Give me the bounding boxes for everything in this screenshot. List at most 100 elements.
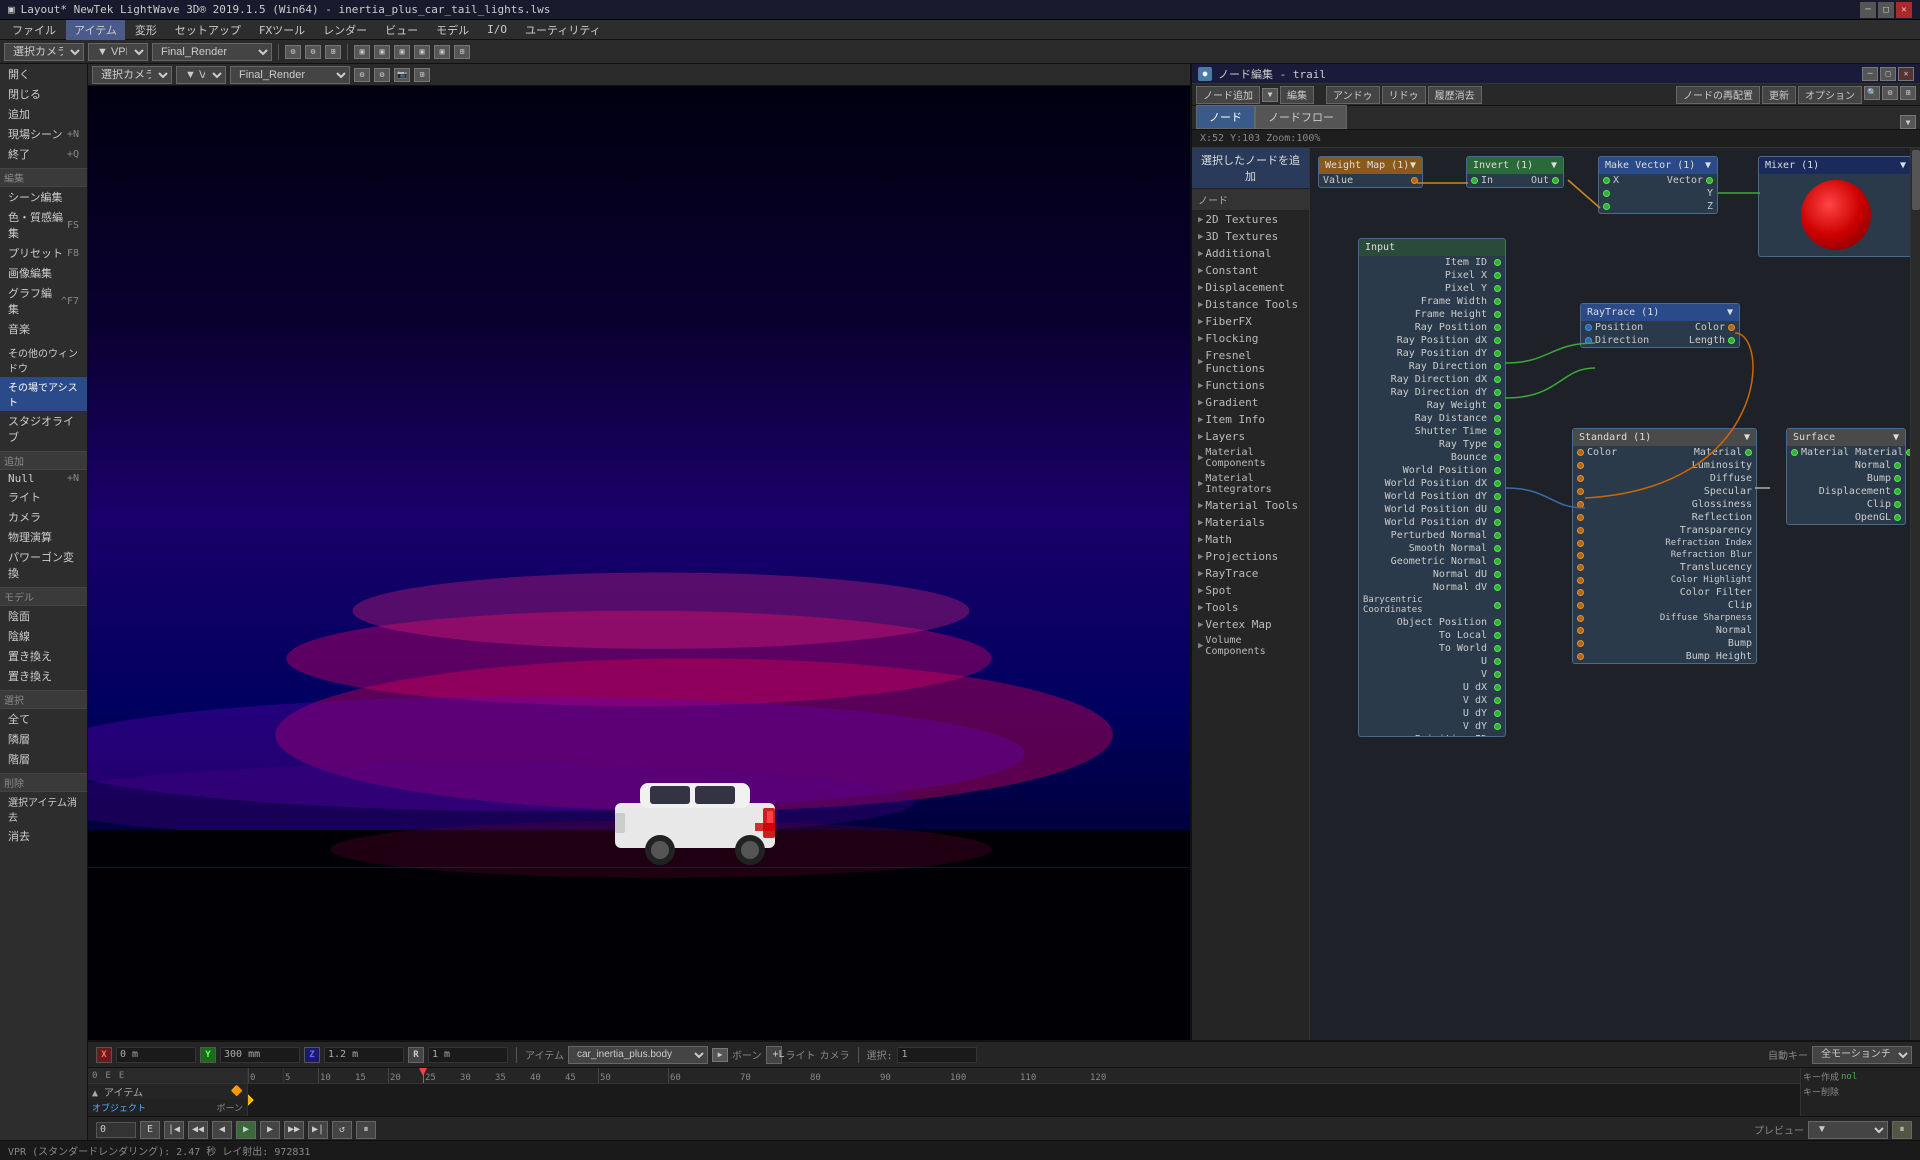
frame-input[interactable]: 0 bbox=[96, 1122, 136, 1138]
menu-io[interactable]: I/O bbox=[479, 21, 515, 38]
menu-render[interactable]: レンダー bbox=[315, 20, 375, 40]
tab-node-flow[interactable]: ノードフロー bbox=[1255, 105, 1347, 129]
sidebar-item-close[interactable]: 閉じる bbox=[0, 84, 87, 104]
add-node-button[interactable]: 選択したノードを追加 bbox=[1192, 148, 1309, 189]
r-axis-btn[interactable]: R bbox=[408, 1047, 424, 1063]
settings-icon2[interactable]: ⚙ bbox=[305, 45, 321, 59]
node-add-dropdown[interactable]: ▼ bbox=[1262, 88, 1278, 102]
view-btn3[interactable]: ▣ bbox=[394, 45, 410, 59]
sidebar-item-color-edit[interactable]: 色・質感編集FS bbox=[0, 207, 87, 243]
view-btn2[interactable]: ▣ bbox=[374, 45, 390, 59]
settings-icon[interactable]: ⚙ bbox=[285, 45, 301, 59]
node-edit-menu[interactable]: 編集 bbox=[1280, 86, 1314, 104]
z-axis-btn[interactable]: Z bbox=[304, 1047, 320, 1063]
menu-view[interactable]: ビュー bbox=[377, 20, 426, 40]
menu-fxtool[interactable]: FXツール bbox=[251, 20, 313, 40]
viewport-settings-icon2[interactable]: ⚙ bbox=[374, 68, 390, 82]
render-select[interactable]: Final_Render bbox=[152, 43, 272, 61]
viewport-render-select[interactable]: Final_Render bbox=[230, 66, 350, 84]
autokey-mode[interactable]: 全モーションチャン bbox=[1812, 1046, 1912, 1064]
node-expand-icon[interactable]: ⊞ bbox=[1900, 86, 1916, 100]
make-vector-node[interactable]: Make Vector (1) ▼ X Vector bbox=[1598, 156, 1718, 214]
tree-item-2d-textures[interactable]: ▶2D Textures bbox=[1192, 211, 1309, 228]
node-settings-icon[interactable]: ⚙ bbox=[1882, 86, 1898, 100]
view-btn5[interactable]: ▣ bbox=[434, 45, 450, 59]
tree-item-spot[interactable]: ▶Spot bbox=[1192, 582, 1309, 599]
camera-select[interactable]: 選択カメラ bbox=[4, 43, 84, 61]
tree-item-material-integrators[interactable]: ▶Material Integrators bbox=[1192, 471, 1309, 497]
view-btn6[interactable]: ⊞ bbox=[454, 45, 470, 59]
sidebar-item-replace2[interactable]: 置き換え bbox=[0, 666, 87, 686]
main-viewport[interactable] bbox=[88, 86, 1190, 1040]
y-axis-btn[interactable]: Y bbox=[200, 1047, 216, 1063]
tree-item-vertex-map[interactable]: ▶Vertex Map bbox=[1192, 616, 1309, 633]
node-editor-close[interactable]: ✕ bbox=[1898, 67, 1914, 81]
preview-select[interactable]: ▼ bbox=[1808, 1121, 1888, 1139]
view-btn1[interactable]: ▣ bbox=[354, 45, 370, 59]
sidebar-item-powergon[interactable]: パワーゴン変換 bbox=[0, 547, 87, 583]
sidebar-item-preset[interactable]: プリセットF8 bbox=[0, 243, 87, 263]
next-key-btn[interactable]: ▶▶ bbox=[284, 1121, 304, 1139]
sidebar-item-graph[interactable]: グラフ編集^F7 bbox=[0, 283, 87, 319]
grid-icon[interactable]: ⊞ bbox=[325, 45, 341, 59]
prev-frame-btn[interactable]: ◀ bbox=[212, 1121, 232, 1139]
sidebar-item-null[interactable]: Null+N bbox=[0, 470, 87, 487]
tree-item-raytrace[interactable]: ▶RayTrace bbox=[1192, 565, 1309, 582]
tree-item-3d-textures[interactable]: ▶3D Textures bbox=[1192, 228, 1309, 245]
tree-item-fiberfx[interactable]: ▶FiberFX bbox=[1192, 313, 1309, 330]
tree-item-layers[interactable]: ▶Layers bbox=[1192, 428, 1309, 445]
sidebar-item-quit[interactable]: 終了+Q bbox=[0, 144, 87, 164]
close-btn[interactable]: ✕ bbox=[1896, 2, 1912, 18]
tree-item-flocking[interactable]: ▶Flocking bbox=[1192, 330, 1309, 347]
viewport-expand-icon[interactable]: ⊞ bbox=[414, 68, 430, 82]
surface-node[interactable]: Surface ▼ Material Material bbox=[1786, 428, 1906, 525]
play-btn[interactable]: ▶ bbox=[236, 1121, 256, 1139]
tree-item-projections[interactable]: ▶Projections bbox=[1192, 548, 1309, 565]
sidebar-item-select-all[interactable]: 全て bbox=[0, 709, 87, 729]
menu-utility[interactable]: ユーティリティ bbox=[517, 20, 609, 40]
viewport-settings-icon[interactable]: ⚙ bbox=[354, 68, 370, 82]
sidebar-item-other-windows[interactable]: その他のウィンドウ bbox=[0, 343, 87, 377]
sidebar-item-silhouette[interactable]: 陰線 bbox=[0, 626, 87, 646]
standard-node[interactable]: Standard (1) ▼ Color Material bbox=[1572, 428, 1757, 664]
invert-node[interactable]: Invert (1) ▼ In Out bbox=[1466, 156, 1564, 188]
node-editor-max[interactable]: □ bbox=[1880, 67, 1896, 81]
search-icon[interactable]: 🔍 bbox=[1864, 86, 1880, 100]
sidebar-item-shadow[interactable]: 陰面 bbox=[0, 606, 87, 626]
sidebar-item-light[interactable]: ライト bbox=[0, 487, 87, 507]
raytrace-node[interactable]: RayTrace (1) ▼ Position Color bbox=[1580, 303, 1740, 348]
node-undo[interactable]: アンドゥ bbox=[1326, 86, 1380, 104]
canvas-scrollbar-v[interactable] bbox=[1910, 148, 1920, 1040]
viewport-camera-select[interactable]: 選択カメラ bbox=[92, 66, 172, 84]
menu-setup[interactable]: セットアップ bbox=[167, 20, 249, 40]
node-options[interactable]: オプション bbox=[1798, 86, 1862, 104]
keyframe-0[interactable] bbox=[248, 1094, 254, 1105]
menu-item[interactable]: アイテム bbox=[66, 20, 125, 40]
sidebar-item-img-edit[interactable]: 画像編集 bbox=[0, 263, 87, 283]
tree-item-math[interactable]: ▶Math bbox=[1192, 531, 1309, 548]
loop-btn[interactable]: ↺ bbox=[332, 1121, 352, 1139]
next-frame-btn[interactable]: ▶ bbox=[260, 1121, 280, 1139]
x-axis-btn[interactable]: X bbox=[96, 1047, 112, 1063]
vpr-select[interactable]: ▼ VPR bbox=[88, 43, 148, 61]
sidebar-item-studio-live[interactable]: スタジオライブ bbox=[0, 411, 87, 447]
viewport-vpr-select[interactable]: ▼ VPR bbox=[176, 66, 226, 84]
go-end-btn[interactable]: ▶| bbox=[308, 1121, 328, 1139]
sidebar-item-audio[interactable]: 音楽 bbox=[0, 319, 87, 339]
node-update[interactable]: 更新 bbox=[1762, 86, 1796, 104]
item-expand[interactable]: ▶ bbox=[712, 1048, 728, 1062]
timeline-tracks[interactable]: 0 5 10 15 20 25 30 3 bbox=[248, 1068, 1800, 1116]
node-editor-min[interactable]: ─ bbox=[1862, 67, 1878, 81]
tree-item-item-info[interactable]: ▶Item Info bbox=[1192, 411, 1309, 428]
mixer-node[interactable]: Mixer (1) ▼ bbox=[1758, 156, 1913, 257]
tree-item-material-tools[interactable]: ▶Material Tools bbox=[1192, 497, 1309, 514]
view-btn4[interactable]: ▣ bbox=[414, 45, 430, 59]
sidebar-item-open[interactable]: 開く bbox=[0, 64, 87, 84]
go-start-btn[interactable]: |◀ bbox=[164, 1121, 184, 1139]
sidebar-item-assist[interactable]: その場でアシスト bbox=[0, 377, 87, 411]
tree-item-tools[interactable]: ▶Tools bbox=[1192, 599, 1309, 616]
tab-node[interactable]: ノード bbox=[1196, 105, 1255, 129]
sidebar-item-physics[interactable]: 物理演算 bbox=[0, 527, 87, 547]
panel-collapse[interactable]: ▼ bbox=[1900, 115, 1916, 129]
tree-item-displacement[interactable]: ▶Displacement bbox=[1192, 279, 1309, 296]
